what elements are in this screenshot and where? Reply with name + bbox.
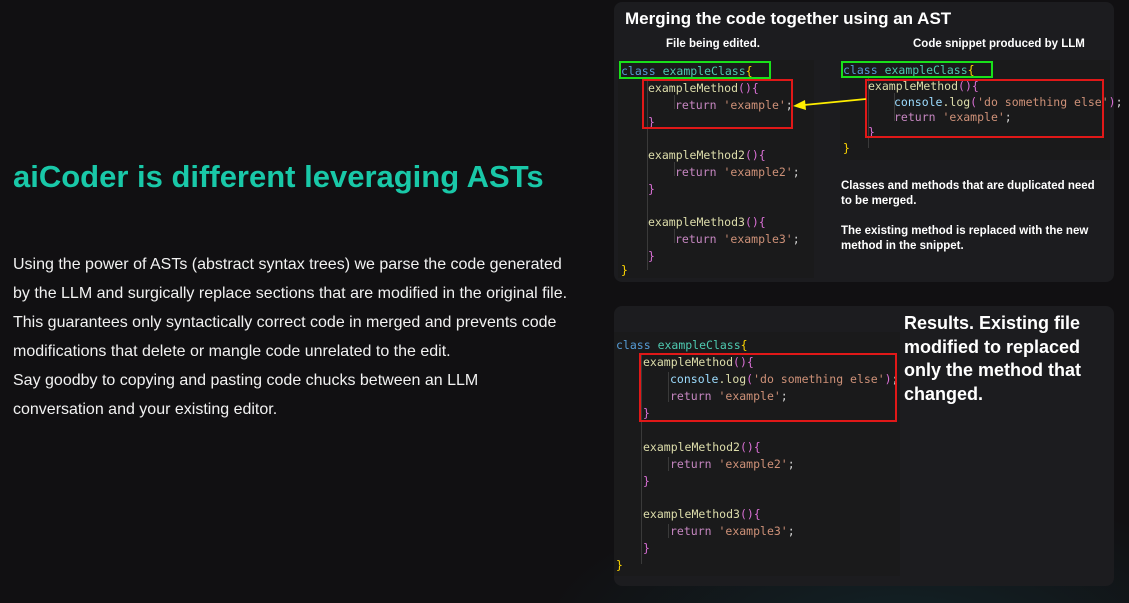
snippet-line-class-close: }	[843, 141, 850, 155]
result-line-method2: exampleMethod2(){	[643, 440, 761, 454]
merge-diagram-panel: Merging the code together using an AST F…	[614, 2, 1123, 282]
merge-note-duplicates: Classes and methods that are duplicated …	[841, 180, 1095, 207]
hero-paragraph-2: This guarantees only syntactically corre…	[13, 314, 557, 360]
code-line-method3: exampleMethod3(){	[648, 215, 766, 229]
result-description: Results. Existing file modified to repla…	[904, 313, 1081, 404]
result-line-return3: return 'example3';	[670, 524, 795, 538]
merge-panel-title: Merging the code together using an AST	[625, 9, 952, 28]
hero-description: Using the power of ASTs (abstract syntax…	[13, 250, 573, 424]
result-panel: class exampleClass{ exampleMethod(){ con…	[614, 306, 1114, 586]
merge-note-replace: The existing method is replaced with the…	[841, 225, 1089, 252]
result-line-class-close: }	[616, 558, 623, 572]
result-line-close2: }	[643, 474, 650, 488]
class-highlight-box-left	[619, 61, 771, 79]
code-line-close2: }	[648, 182, 655, 196]
method-highlight-box-left	[642, 79, 793, 129]
result-line-method3: exampleMethod3(){	[643, 507, 761, 521]
code-line-close3: }	[648, 249, 655, 263]
replace-arrow-icon	[793, 98, 867, 110]
result-method-highlight-box	[639, 353, 897, 422]
code-line-return2: return 'example2';	[675, 165, 800, 179]
result-line-class: class exampleClass{	[616, 338, 748, 352]
result-line-return2: return 'example2';	[670, 457, 795, 471]
class-highlight-box-right	[841, 61, 993, 78]
file-being-edited-label: File being edited.	[666, 38, 760, 50]
hero-title: aiCoder is different leveraging ASTs	[13, 159, 544, 194]
code-line-return3: return 'example3';	[675, 232, 800, 246]
result-line-close3: }	[643, 541, 650, 555]
hero-paragraph-1: Using the power of ASTs (abstract syntax…	[13, 256, 568, 302]
method-highlight-box-right	[865, 79, 1104, 138]
code-line-method2: exampleMethod2(){	[648, 148, 766, 162]
code-line-class-close: }	[621, 263, 628, 277]
llm-snippet-label: Code snippet produced by LLM	[913, 38, 1085, 50]
hero-paragraph-3: Say goodby to copying and pasting code c…	[13, 372, 479, 418]
